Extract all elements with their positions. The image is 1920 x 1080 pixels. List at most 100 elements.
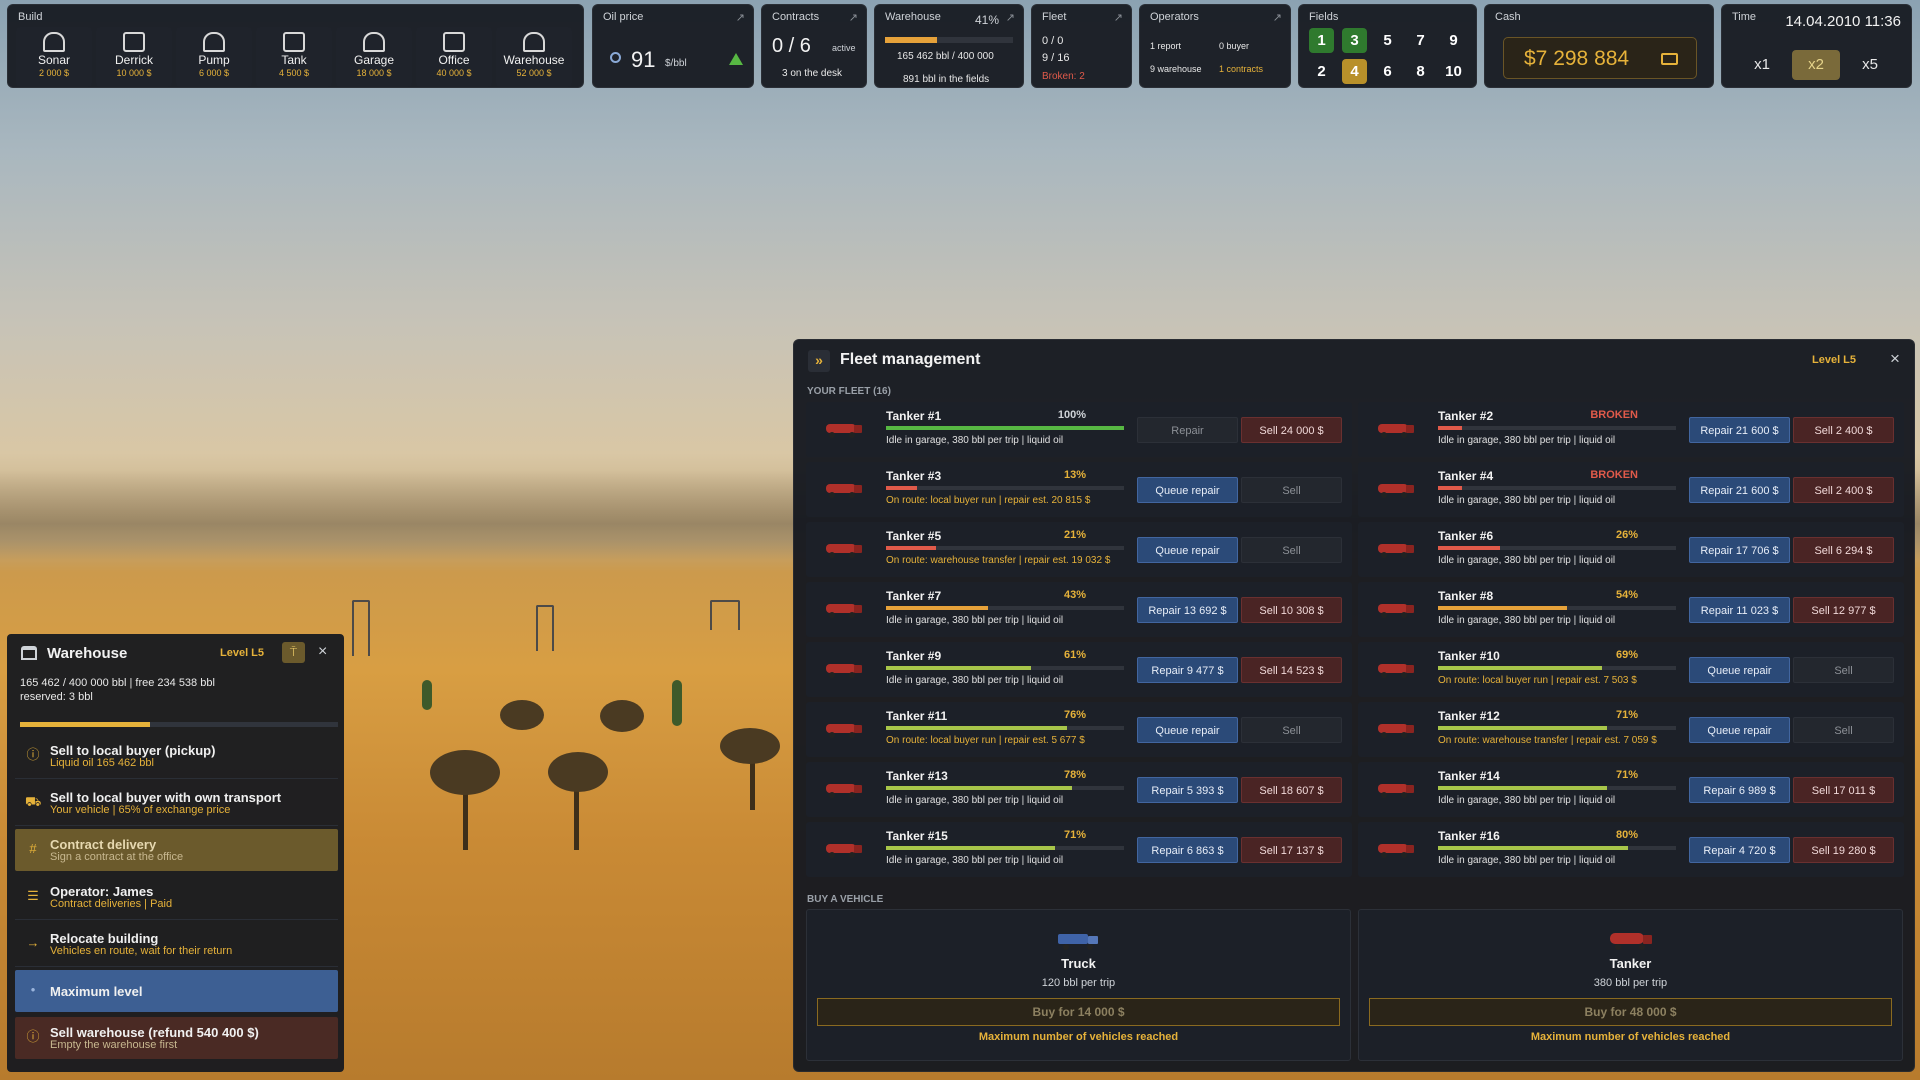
queue-repair-button[interactable]: Queue repair (1137, 717, 1238, 743)
fields-title: Fields (1309, 11, 1339, 23)
warehouse-option[interactable]: ⓘ Sell to local buyer (pickup) Liquid oil … (15, 735, 338, 779)
warehouse-option-title: Sell to local buyer with own transport (50, 790, 282, 805)
repair-button[interactable]: Repair 9 477 $ (1137, 657, 1238, 683)
field-6-button[interactable]: 6 (1375, 59, 1400, 84)
build-tank-button[interactable]: Tank 4 500 $ (256, 27, 332, 87)
build-item-name: Warehouse (503, 53, 565, 67)
field-7-button[interactable]: 7 (1408, 28, 1433, 53)
queue-repair-button[interactable]: Queue repair (1689, 717, 1790, 743)
sell-button[interactable]: Sell (1241, 537, 1342, 563)
warehouse-option[interactable]: ⛟ Sell to local buyer with own transport Y… (15, 782, 338, 826)
warehouse-option[interactable]: # Contract delivery Sign a contract at the… (15, 829, 338, 871)
sell-button[interactable]: Sell 18 607 $ (1241, 777, 1342, 803)
close-button[interactable]: × (318, 643, 327, 661)
speed-x2-button[interactable]: x2 (1792, 50, 1840, 80)
operators-panel[interactable]: Operators ↗ 1 report 0 buyer 9 warehouse… (1139, 4, 1291, 88)
build-sonar-button[interactable]: Sonar 2 000 $ (16, 27, 92, 87)
sell-button[interactable]: Sell 24 000 $ (1241, 417, 1342, 443)
sell-button[interactable]: Sell 6 294 $ (1793, 537, 1894, 563)
vehicle-row: Tanker #10 69% On route: local buyer run |… (1358, 642, 1904, 697)
build-warehouse-button[interactable]: Warehouse 52 000 $ (496, 27, 572, 87)
repair-button[interactable]: Repair 4 720 $ (1689, 837, 1790, 863)
build-derrick-button[interactable]: Derrick 10 000 $ (96, 27, 172, 87)
build-item-price: 52 000 $ (516, 68, 552, 78)
buy-truck-card: Truck 120 bbl per trip Buy for 14 000 $ Max… (806, 909, 1351, 1061)
sell-button[interactable]: Sell 12 977 $ (1793, 597, 1894, 623)
build-office-button[interactable]: Office 40 000 $ (416, 27, 492, 87)
fleet-stat-panel[interactable]: Fleet ↗ 0 / 0 9 / 16 Broken: 2 (1031, 4, 1132, 88)
pin-icon[interactable]: ↗ (1006, 11, 1015, 24)
oil-price-panel[interactable]: Oil price ↗ 91 $/bbl (592, 4, 754, 88)
tanker-icon (1374, 838, 1416, 860)
speed-x5-button[interactable]: x5 (1846, 50, 1894, 80)
sell-button[interactable]: Sell 19 280 $ (1793, 837, 1894, 863)
contracts-panel[interactable]: Contracts ↗ 0 / 6 active 3 on the desk (761, 4, 867, 88)
tanker-icon (822, 478, 864, 500)
queue-repair-button[interactable]: Queue repair (1137, 537, 1238, 563)
vehicle-name: Tanker #11 (886, 709, 948, 723)
operators-warehouse: 9 warehouse (1150, 64, 1202, 74)
field-10-button[interactable]: 10 (1441, 59, 1466, 84)
warehouse-option[interactable]: ☰ Operator: James Contract deliveries | Pa… (15, 876, 338, 920)
warehouse-stat-panel[interactable]: Warehouse 41% ↗ 165 462 bbl / 400 000 89… (874, 4, 1024, 88)
vehicle-row: Tanker #11 76% On route: local buyer run |… (806, 702, 1352, 757)
warehouse-option[interactable]: • Maximum level (15, 970, 338, 1012)
repair-button[interactable]: Repair 21 600 $ (1689, 477, 1790, 503)
warehouse-option[interactable]: → Relocate building Vehicles en route, wai… (15, 923, 338, 967)
buy-button[interactable]: Buy for 48 000 $ (1369, 998, 1892, 1026)
repair-button[interactable]: Repair 13 692 $ (1137, 597, 1238, 623)
pin-icon[interactable]: ↗ (1273, 11, 1282, 24)
upgrade-button[interactable]: ⍑ (282, 642, 305, 663)
repair-button[interactable]: Repair 5 393 $ (1137, 777, 1238, 803)
repair-button[interactable]: Repair 6 989 $ (1689, 777, 1790, 803)
field-1-button[interactable]: 1 (1309, 28, 1334, 53)
field-4-button[interactable]: 4 (1342, 59, 1367, 84)
oil-rig (352, 600, 370, 656)
vehicle-condition: 43% (1063, 589, 1086, 601)
pin-icon[interactable]: ↗ (1114, 11, 1123, 24)
sell-button[interactable]: Sell 10 308 $ (1241, 597, 1342, 623)
condition-bar (1438, 666, 1676, 670)
vehicle-name: Tanker #7 (886, 589, 942, 603)
sell-button[interactable]: Sell 17 011 $ (1793, 777, 1894, 803)
sell-button[interactable]: Sell 2 400 $ (1793, 477, 1894, 503)
sell-button[interactable]: Sell 17 137 $ (1241, 837, 1342, 863)
warehouse-option-title: Contract delivery (50, 837, 157, 852)
sell-button[interactable]: Sell 14 523 $ (1241, 657, 1342, 683)
field-3-button[interactable]: 3 (1342, 28, 1367, 53)
vehicle-status: On route: warehouse transfer | repair es… (1438, 735, 1657, 746)
build-garage-button[interactable]: Garage 18 000 $ (336, 27, 412, 87)
field-5-button[interactable]: 5 (1375, 28, 1400, 53)
queue-repair-button[interactable]: Queue repair (1137, 477, 1238, 503)
queue-repair-button[interactable]: Queue repair (1689, 657, 1790, 683)
sell-button[interactable]: Sell (1793, 657, 1894, 683)
derrick-icon (123, 32, 145, 52)
fleet-stat-line2: 9 / 16 (1042, 52, 1070, 64)
build-item-price: 10 000 $ (116, 68, 152, 78)
warehouse-option-title: Sell to local buyer (pickup) (50, 743, 216, 758)
pin-icon[interactable]: ↗ (736, 11, 745, 24)
warehouse-icon (523, 32, 545, 52)
build-pump-button[interactable]: Pump 6 000 $ (176, 27, 252, 87)
buy-button[interactable]: Buy for 14 000 $ (817, 998, 1340, 1026)
field-8-button[interactable]: 8 (1408, 59, 1433, 84)
contracts-active-label: active (832, 43, 856, 53)
repair-button[interactable]: Repair 11 023 $ (1689, 597, 1790, 623)
pin-icon[interactable]: ↗ (849, 11, 858, 24)
sell-button[interactable]: Sell (1241, 477, 1342, 503)
repair-button[interactable]: Repair 17 706 $ (1689, 537, 1790, 563)
repair-button[interactable]: Repair 6 863 $ (1137, 837, 1238, 863)
close-button[interactable]: × (1890, 349, 1900, 369)
repair-button[interactable]: Repair (1137, 417, 1238, 443)
warehouse-option[interactable]: ⓘ Sell warehouse (refund 540 400 $) Empty … (15, 1017, 338, 1059)
tanker-icon (822, 538, 864, 560)
sell-button[interactable]: Sell 2 400 $ (1793, 417, 1894, 443)
field-9-button[interactable]: 9 (1441, 28, 1466, 53)
speed-x1-button[interactable]: x1 (1738, 50, 1786, 80)
sell-button[interactable]: Sell (1241, 717, 1342, 743)
trend-up-icon (729, 53, 743, 65)
collapse-button[interactable]: » (808, 350, 830, 372)
sell-button[interactable]: Sell (1793, 717, 1894, 743)
field-2-button[interactable]: 2 (1309, 59, 1334, 84)
repair-button[interactable]: Repair 21 600 $ (1689, 417, 1790, 443)
